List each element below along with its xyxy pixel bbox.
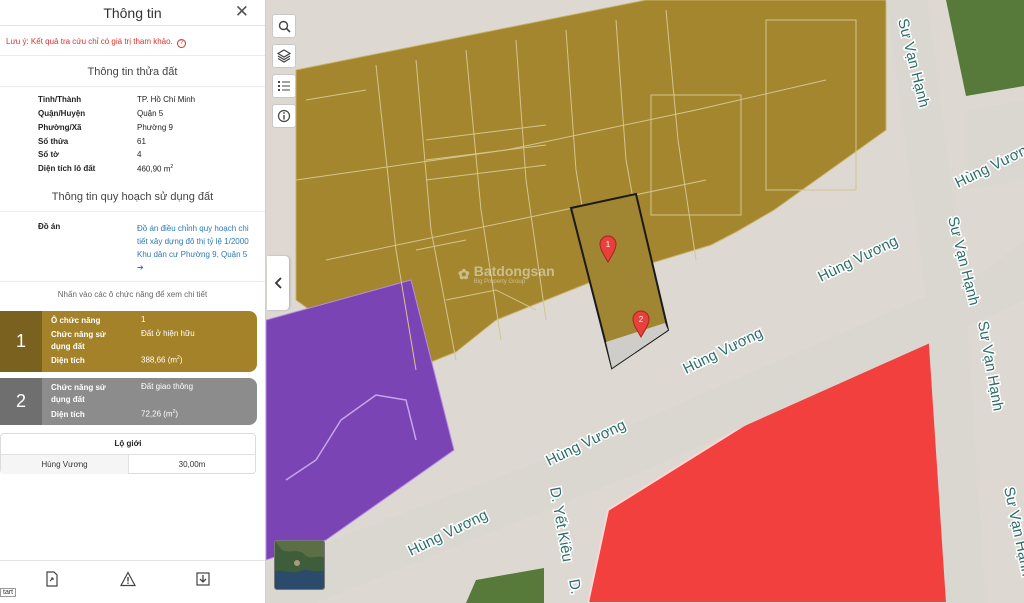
plan-section-title: Thông tin quy hoạch sử dụng đất: [51, 191, 214, 203]
divider: [0, 211, 265, 212]
parcel-section-title: Thông tin thửa đất: [87, 66, 178, 78]
marker-1-label: 1: [606, 240, 611, 249]
function-card-2[interactable]: 2 Chức năng sử dụng đất Đất giao thông D…: [0, 378, 257, 425]
parcel-row-sheet-number: Số tờ 4: [38, 150, 248, 162]
chevron-left-icon: [274, 277, 282, 289]
export-pdf-button[interactable]: [42, 569, 62, 589]
legend-list-icon: [278, 81, 290, 91]
parcel-row-ward: Phường/Xã Phường 9: [38, 123, 248, 135]
function-area: 72,26 (m: [141, 409, 173, 419]
parcel-label: Quận/Huyện: [38, 109, 86, 118]
street-label-d-short: D.: [565, 578, 584, 596]
marker-2-label: 2: [639, 315, 644, 324]
legend-button[interactable]: [272, 74, 296, 98]
notice-text: Lưu ý: Kết quả tra cứu chỉ có giá trị th…: [6, 37, 173, 46]
panel-title: Thông tin: [103, 5, 162, 21]
info-button[interactable]: [272, 104, 296, 128]
plan-link[interactable]: Đồ án điều chỉnh quy hoạch chi tiết xây …: [137, 222, 249, 274]
layers-button[interactable]: [272, 44, 296, 68]
function-label: Ô chức năng: [51, 316, 101, 325]
function-area-suffix: ): [175, 409, 179, 419]
plan-label: Đồ án: [38, 222, 61, 231]
parcel-value: TP. Hồ Chí Minh: [137, 95, 196, 104]
report-button[interactable]: [118, 569, 138, 589]
function-value: Đất giao thông: [141, 382, 194, 391]
watermark-text: Batdongsan: [473, 263, 555, 279]
parcel-label: Phường/Xã: [38, 123, 82, 132]
start-tag: tart: [0, 588, 17, 597]
watermark-subtext: Big Property Group: [473, 279, 526, 285]
parcel-row-lot-number: Số thửa 61: [38, 137, 248, 149]
parcel-value: 460,90 m2: [137, 164, 173, 174]
function-label: Diện tích: [51, 410, 85, 419]
watermark-logo-icon: ✿: [458, 265, 470, 282]
divider: [0, 55, 265, 56]
download-button[interactable]: [193, 569, 213, 589]
divider: [0, 281, 265, 282]
minimap-satellite-toggle[interactable]: [274, 540, 325, 590]
function-label: Chức năng sử dụng đất: [51, 330, 106, 351]
function-value: 72,26 (m2): [141, 409, 178, 419]
road-table-width: 30,00m: [178, 460, 206, 469]
function-card-1[interactable]: 1 Ô chức năng 1 Chức năng sử dụng đất Đấ…: [0, 311, 257, 372]
function-label: Chức năng sử dụng đất: [51, 383, 106, 404]
parcel-row-district: Quận/Huyện Quận 5: [38, 109, 248, 121]
parcel-value: Phường 9: [137, 123, 173, 132]
function-area-suffix: ): [179, 355, 183, 365]
road-table-street: Hùng Vương: [1, 455, 129, 474]
parcel-value: 4: [137, 150, 142, 159]
download-icon: [196, 572, 210, 586]
hint-text: Nhấn vào các ô chức năng để xem chi tiết: [57, 290, 208, 299]
parcel-label: Diện tích lô đất: [38, 164, 96, 173]
parcel-label: Tỉnh/Thành: [38, 95, 82, 104]
road-width-table: Lộ giới Hùng Vương 30,00m: [0, 433, 256, 474]
info-icon: [277, 109, 291, 123]
close-icon[interactable]: ✕: [235, 3, 249, 20]
parcel-row-area: Diện tích lô đất 460,90 m2: [38, 164, 248, 176]
divider: [0, 86, 265, 87]
parcel-label: Số thửa: [38, 137, 69, 146]
parcel-value: Quận 5: [137, 109, 164, 118]
parcel-value: 61: [137, 137, 146, 146]
road-table-header: Lộ giới: [1, 434, 255, 455]
panel-header: Thông tin ✕: [0, 0, 265, 26]
map-view[interactable]: 1 2 Hùng Vương Hùng Vương Hùng Vương Hùn…: [266, 0, 1024, 603]
parcel-label: Số tờ: [38, 150, 59, 159]
area-value: 460,90 m: [137, 164, 171, 174]
search-button[interactable]: [272, 14, 296, 38]
collapse-panel-button[interactable]: [267, 256, 289, 310]
info-panel: Thông tin ✕ Lưu ý: Kết quả tra cứu chỉ c…: [0, 0, 266, 603]
function-area: 388,66 (m: [141, 355, 178, 365]
function-label: Diện tích: [51, 356, 85, 365]
function-value: Đất ở hiện hữu: [141, 329, 195, 338]
panel-toolbar: [0, 560, 265, 597]
warning-icon: [120, 571, 136, 587]
notice: Lưu ý: Kết quả tra cứu chỉ có giá trị th…: [6, 37, 187, 48]
search-icon: [278, 20, 291, 33]
satellite-thumbnail-icon: [275, 541, 324, 589]
area-unit-sup: 2: [170, 164, 174, 170]
layers-icon: [277, 49, 291, 63]
help-icon[interactable]: ?: [177, 39, 187, 48]
function-number: 1: [0, 311, 42, 372]
function-number: 2: [0, 378, 42, 425]
document-export-icon: [46, 571, 58, 587]
function-value: 388,66 (m2): [141, 355, 182, 365]
land-use-map[interactable]: 1 2 Hùng Vương Hùng Vương Hùng Vương Hùn…: [266, 0, 1024, 603]
watermark: ✿ Batdongsan Big Property Group: [458, 263, 555, 285]
parcel-row-province: Tỉnh/Thành TP. Hồ Chí Minh: [38, 95, 248, 107]
function-value: 1: [141, 315, 146, 324]
